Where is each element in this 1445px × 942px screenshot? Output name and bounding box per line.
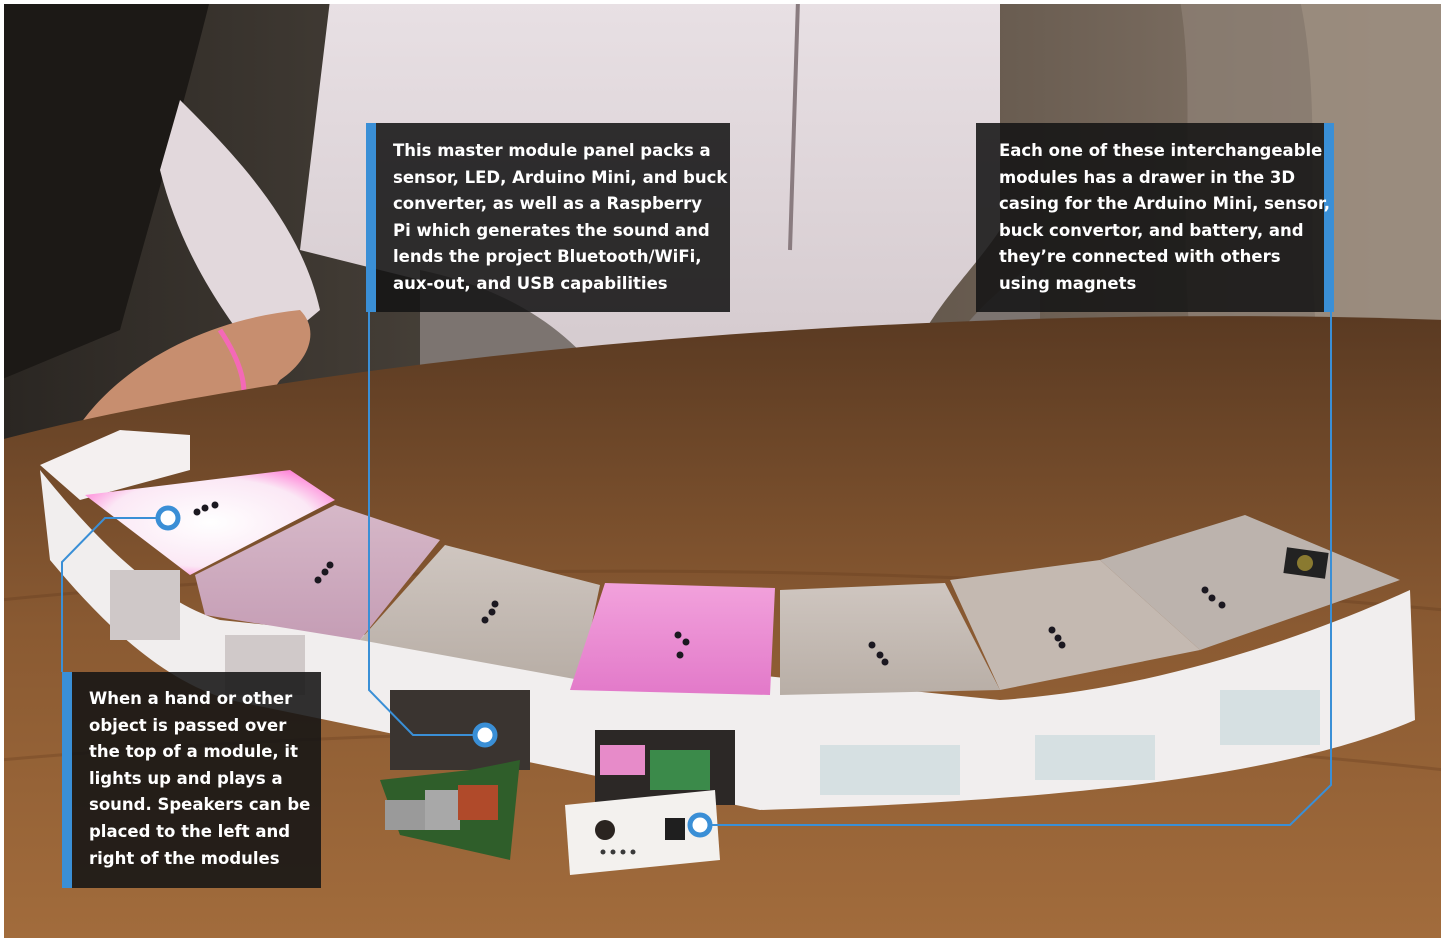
callout-line: they’re connected with others [999,247,1281,267]
callout-line: aux-out, and USB capabilities [393,273,668,293]
callout-line: using magnets [999,273,1137,293]
callout-interchangeable-modules: Each one of these interchangeable module… [976,123,1334,312]
callout-hand-sensor: When a hand or other object is passed ov… [62,672,321,888]
callout-line: modules has a drawer in the 3D [999,167,1296,187]
callout-line: lights up and plays a [89,768,283,788]
callout-line: buck convertor, and battery, and [999,220,1304,240]
callout-line: converter, as well as a Raspberry [393,194,703,214]
callout-modules-text: Each one of these interchangeable module… [999,138,1330,298]
callout-line: right of the modules [89,848,280,868]
callout-master-module: This master module panel packs a sensor,… [366,123,730,312]
callout-hand-text: When a hand or other object is passed ov… [89,686,313,872]
callout-line: placed to the left and [89,821,291,841]
callout-line: lends the project Bluetooth/WiFi, [393,247,702,267]
callout-line: Each one of these interchangeable [999,141,1323,160]
callout-line: object is passed over [89,715,287,735]
callout-line: Pi which generates the sound and [393,220,710,240]
callout-line: This master module panel packs a [393,141,711,160]
callout-line: sound. Speakers can be [89,795,311,815]
callout-line: sensor, LED, Arduino Mini, and buck [393,167,728,187]
callout-master-text: This master module panel packs a sensor,… [393,138,728,298]
callout-line: When a hand or other [89,689,293,708]
callout-line: casing for the Arduino Mini, sensor, [999,194,1330,214]
callout-line: the top of a module, it [89,742,298,762]
